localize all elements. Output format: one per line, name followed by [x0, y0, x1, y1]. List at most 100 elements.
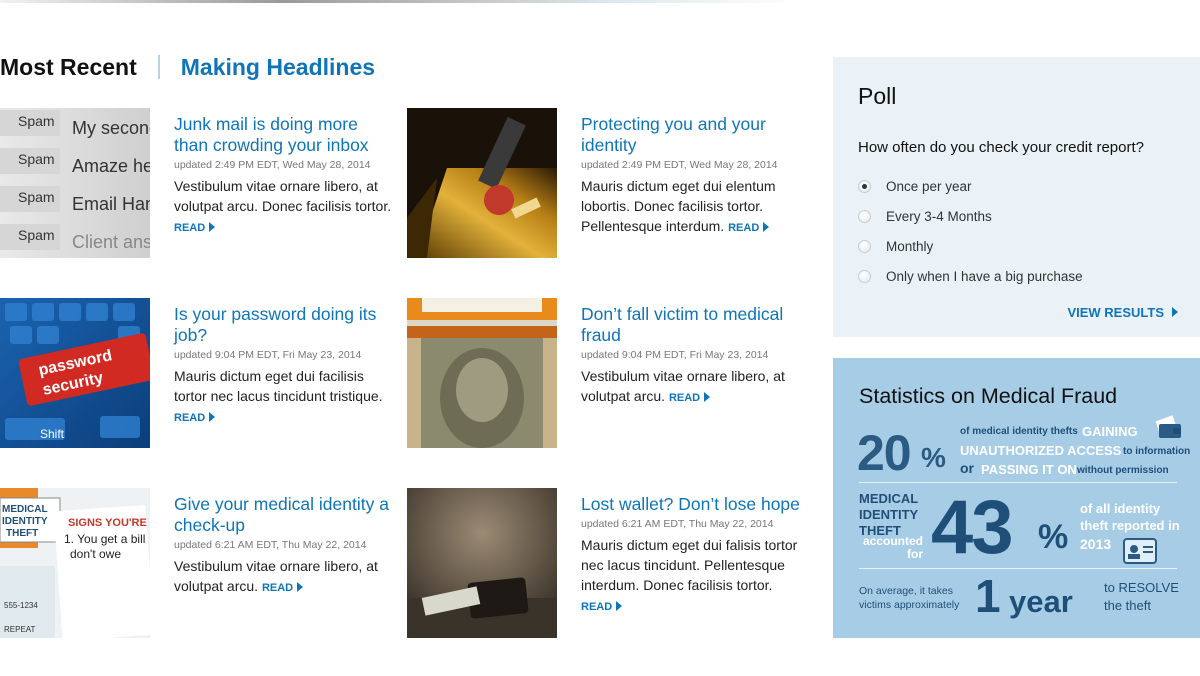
top-banner-strip — [0, 0, 800, 3]
article-thumbnail-pill-bottle[interactable] — [407, 298, 557, 448]
article-card: Spam My second Spam Amaze her Spam Email… — [0, 108, 400, 258]
read-link[interactable]: READ — [174, 412, 216, 424]
arrow-right-icon — [1172, 307, 1178, 317]
content-tabs: Most Recent Making Headlines — [0, 52, 375, 82]
article-date: updated 2:49 PM EDT, Wed May 28, 2014 — [174, 159, 371, 171]
article-summary: Vestibulum vitae ornare libero, at volut… — [174, 178, 392, 234]
stat-text: PASSING IT ON — [981, 462, 1077, 477]
stat-20-number: 20 — [857, 425, 912, 481]
stat-43-percent: % — [1038, 518, 1069, 556]
read-link[interactable]: READ — [581, 601, 623, 613]
poll-option-label: Every 3-4 Months — [886, 209, 992, 224]
article-title[interactable]: Junk mail is doing more than crowding yo… — [174, 114, 396, 156]
stat-year: 2013 — [1080, 536, 1112, 552]
article-card: Don’t fall victim to medical fraud updat… — [407, 298, 807, 448]
arrow-right-icon — [616, 601, 623, 611]
poll-option[interactable]: Once per year — [858, 179, 972, 194]
radio-button[interactable] — [858, 240, 871, 253]
img-word: Spam — [18, 151, 55, 167]
poll-option[interactable]: Only when I have a big purchase — [858, 269, 1083, 284]
img-word: Spam — [18, 227, 55, 243]
article-thumbnail-password-key[interactable]: password security Shift — [0, 298, 150, 448]
stat-text: to information — [1123, 446, 1191, 457]
article-card: password security Shift Is your password… — [0, 298, 400, 448]
arrow-right-icon — [704, 392, 711, 402]
stat-text: UNAUTHORIZED ACCESS — [960, 443, 1122, 458]
stat-1-number: 1 — [975, 570, 1001, 622]
img-word: My second — [72, 118, 150, 138]
stat-text: GAINING — [1082, 424, 1138, 439]
stat-1-unit: year — [1009, 584, 1073, 619]
img-word: Spam — [18, 189, 55, 205]
article-thumbnail-spam[interactable]: Spam My second Spam Amaze her Spam Email… — [0, 108, 150, 258]
read-link[interactable]: READ — [669, 392, 711, 404]
article-date: updated 9:04 PM EDT, Fri May 23, 2014 — [581, 349, 769, 361]
stat-text: of medical identity thefts — [960, 426, 1078, 437]
article-date: updated 9:04 PM EDT, Fri May 23, 2014 — [174, 349, 362, 361]
img-form-text: THEFT — [6, 528, 38, 539]
article-thumbnail-lost-wallet[interactable] — [407, 488, 557, 638]
divider — [859, 568, 1177, 569]
tab-divider — [157, 55, 160, 79]
stat-label: MEDICAL IDENTITY THEFT — [859, 491, 919, 538]
id-card-icon — [1123, 538, 1157, 564]
stat-text: or — [960, 460, 974, 476]
img-word: Email Hand — [72, 194, 150, 214]
radio-button[interactable] — [858, 210, 871, 223]
article-card: Protecting you and your identity updated… — [407, 108, 807, 258]
radio-button[interactable] — [858, 270, 871, 283]
article-title[interactable]: Don’t fall victim to medical fraud — [581, 304, 803, 346]
img-form-text: don't owe — [70, 547, 121, 561]
article-title[interactable]: Protecting you and your identity — [581, 114, 803, 156]
poll-question: How often do you check your credit repor… — [858, 139, 1144, 156]
img-form-text: IDENTITY — [2, 516, 48, 527]
article-date: updated 2:49 PM EDT, Wed May 28, 2014 — [581, 159, 778, 171]
stats-title: Statistics on Medical Fraud — [859, 384, 1118, 408]
poll-option-label: Monthly — [886, 239, 934, 254]
img-word: Amaze her — [72, 156, 150, 176]
article-thumbnail-credit-card[interactable] — [407, 108, 557, 258]
stat-label: accounted for — [862, 534, 923, 561]
stat-text: to RESOLVE the theft — [1104, 580, 1179, 613]
stat-text: without permission — [1077, 465, 1169, 476]
stats-infographic: Statistics on Medical Fraud 20 % of medi… — [833, 358, 1200, 638]
radio-button-selected[interactable] — [858, 180, 871, 193]
poll-option-label: Only when I have a big purchase — [886, 269, 1083, 284]
arrow-right-icon — [763, 222, 770, 232]
article-card: Lost wallet? Don’t lose hope updated 6:2… — [407, 488, 807, 638]
tab-most-recent[interactable]: Most Recent — [0, 54, 137, 81]
article-title[interactable]: Is your password doing its job? — [174, 304, 396, 346]
arrow-right-icon — [209, 222, 216, 232]
img-form-text: 1. You get a bill — [64, 532, 145, 546]
poll-widget: Poll How often do you check your credit … — [833, 57, 1200, 337]
view-results-link[interactable]: VIEW RESULTS — [1067, 305, 1178, 320]
article-date: updated 6:21 AM EDT, Thu May 22, 2014 — [174, 539, 367, 551]
img-form-text: SIGNS YOU'RE A — [68, 517, 150, 529]
article-summary: Vestibulum vitae ornare libero, at volut… — [174, 558, 378, 594]
img-word: Client answ — [72, 232, 150, 252]
article-summary: Vestibulum vitae ornare libero, at volut… — [581, 368, 785, 404]
article-summary: Mauris dictum eget dui falisis tortor ne… — [581, 537, 798, 613]
article-date: updated 6:21 AM EDT, Thu May 22, 2014 — [581, 518, 774, 530]
divider — [859, 482, 1177, 483]
article-title[interactable]: Lost wallet? Don’t lose hope — [581, 494, 803, 515]
arrow-right-icon — [209, 412, 216, 422]
article-thumbnail-medical-form[interactable]: MEDICAL IDENTITY THEFT SIGNS YOU'RE A 1.… — [0, 488, 150, 638]
img-word: Spam — [18, 113, 55, 129]
poll-option[interactable]: Every 3-4 Months — [858, 209, 992, 224]
poll-option[interactable]: Monthly — [858, 239, 933, 254]
article-card: MEDICAL IDENTITY THEFT SIGNS YOU'RE A 1.… — [0, 488, 400, 638]
stat-20-percent: % — [921, 442, 946, 473]
article-title[interactable]: Give your medical identity a check-up — [174, 494, 396, 536]
read-link[interactable]: READ — [174, 222, 216, 234]
stat-text: of all identity theft reported in — [1080, 501, 1180, 533]
tab-making-headlines[interactable]: Making Headlines — [181, 54, 375, 81]
stat-43-number: 43 — [931, 485, 1014, 570]
article-summary: Mauris dictum eget dui facilisis tortor … — [174, 368, 383, 424]
wallet-icon — [1155, 415, 1181, 438]
poll-option-label: Once per year — [886, 179, 972, 194]
read-link[interactable]: READ — [728, 222, 770, 234]
read-link[interactable]: READ — [262, 582, 304, 594]
article-summary: Mauris dictum eget dui elentum lobortis.… — [581, 178, 776, 234]
img-form-text: 555-1234 — [4, 601, 38, 610]
